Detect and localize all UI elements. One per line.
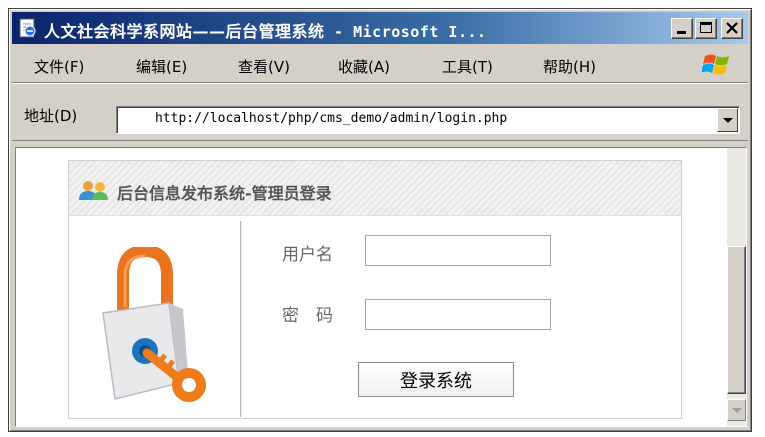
window-title: 人文社会科学系网站——后台管理系统 - Microsoft I... xyxy=(44,18,487,42)
page-viewport: 后台信息发布系统-管理员登录 用户名 密 码 登录系统 xyxy=(15,147,747,427)
users-icon xyxy=(79,181,108,200)
window-title-text: 人文社会科学系网站——后台管理系统 xyxy=(44,22,325,41)
menu-favorites[interactable]: 收藏(A) xyxy=(338,56,390,77)
address-input[interactable]: http://localhost/php/cms_demo/admin/logi… xyxy=(116,106,740,134)
menu-view[interactable]: 查看(V) xyxy=(238,56,290,77)
scrollbar-thumb[interactable] xyxy=(727,246,746,394)
address-bar: 地址(D) http://localhost/php/cms_demo/admi… xyxy=(12,87,748,141)
ie-page-icon xyxy=(19,18,36,38)
minimize-icon xyxy=(677,31,686,34)
address-url: http://localhost/php/cms_demo/admin/logi… xyxy=(155,111,508,126)
maximize-button[interactable] xyxy=(695,18,717,39)
menu-edit[interactable]: 编辑(E) xyxy=(136,56,187,77)
login-panel: 后台信息发布系统-管理员登录 用户名 密 码 登录系统 xyxy=(68,160,682,419)
lock-key-icon xyxy=(102,247,206,402)
menu-help[interactable]: 帮助(H) xyxy=(543,56,596,77)
close-icon xyxy=(726,22,738,34)
window-title-sep: - xyxy=(324,23,354,41)
minimize-button[interactable] xyxy=(671,18,693,39)
password-label: 密 码 xyxy=(282,306,333,326)
address-dropdown-button[interactable] xyxy=(717,108,738,132)
panel-title: 后台信息发布系统-管理员登录 xyxy=(117,184,332,203)
username-label: 用户名 xyxy=(282,245,333,265)
title-bar[interactable]: 人文社会科学系网站——后台管理系统 - Microsoft I... xyxy=(12,12,748,44)
menu-tools[interactable]: 工具(T) xyxy=(442,56,493,77)
maximize-icon xyxy=(700,22,712,33)
login-button[interactable]: 登录系统 xyxy=(358,362,514,397)
vertical-scrollbar[interactable] xyxy=(727,148,746,426)
address-label: 地址(D) xyxy=(24,107,78,125)
menu-file[interactable]: 文件(F) xyxy=(34,56,84,77)
scroll-down-button[interactable] xyxy=(727,399,746,421)
close-button[interactable] xyxy=(721,18,743,39)
username-input[interactable] xyxy=(365,235,551,266)
windows-flag-icon xyxy=(702,54,729,75)
window-title-app: Microsoft I... xyxy=(353,23,487,41)
menu-bar: 文件(F) 编辑(E) 查看(V) 收藏(A) 工具(T) 帮助(H) xyxy=(12,47,748,83)
password-input[interactable] xyxy=(365,299,551,330)
panel-header: 后台信息发布系统-管理员登录 xyxy=(69,161,681,216)
browser-window: 人文社会科学系网站——后台管理系统 - Microsoft I... 文件(F)… xyxy=(8,8,752,432)
divider xyxy=(240,221,242,417)
